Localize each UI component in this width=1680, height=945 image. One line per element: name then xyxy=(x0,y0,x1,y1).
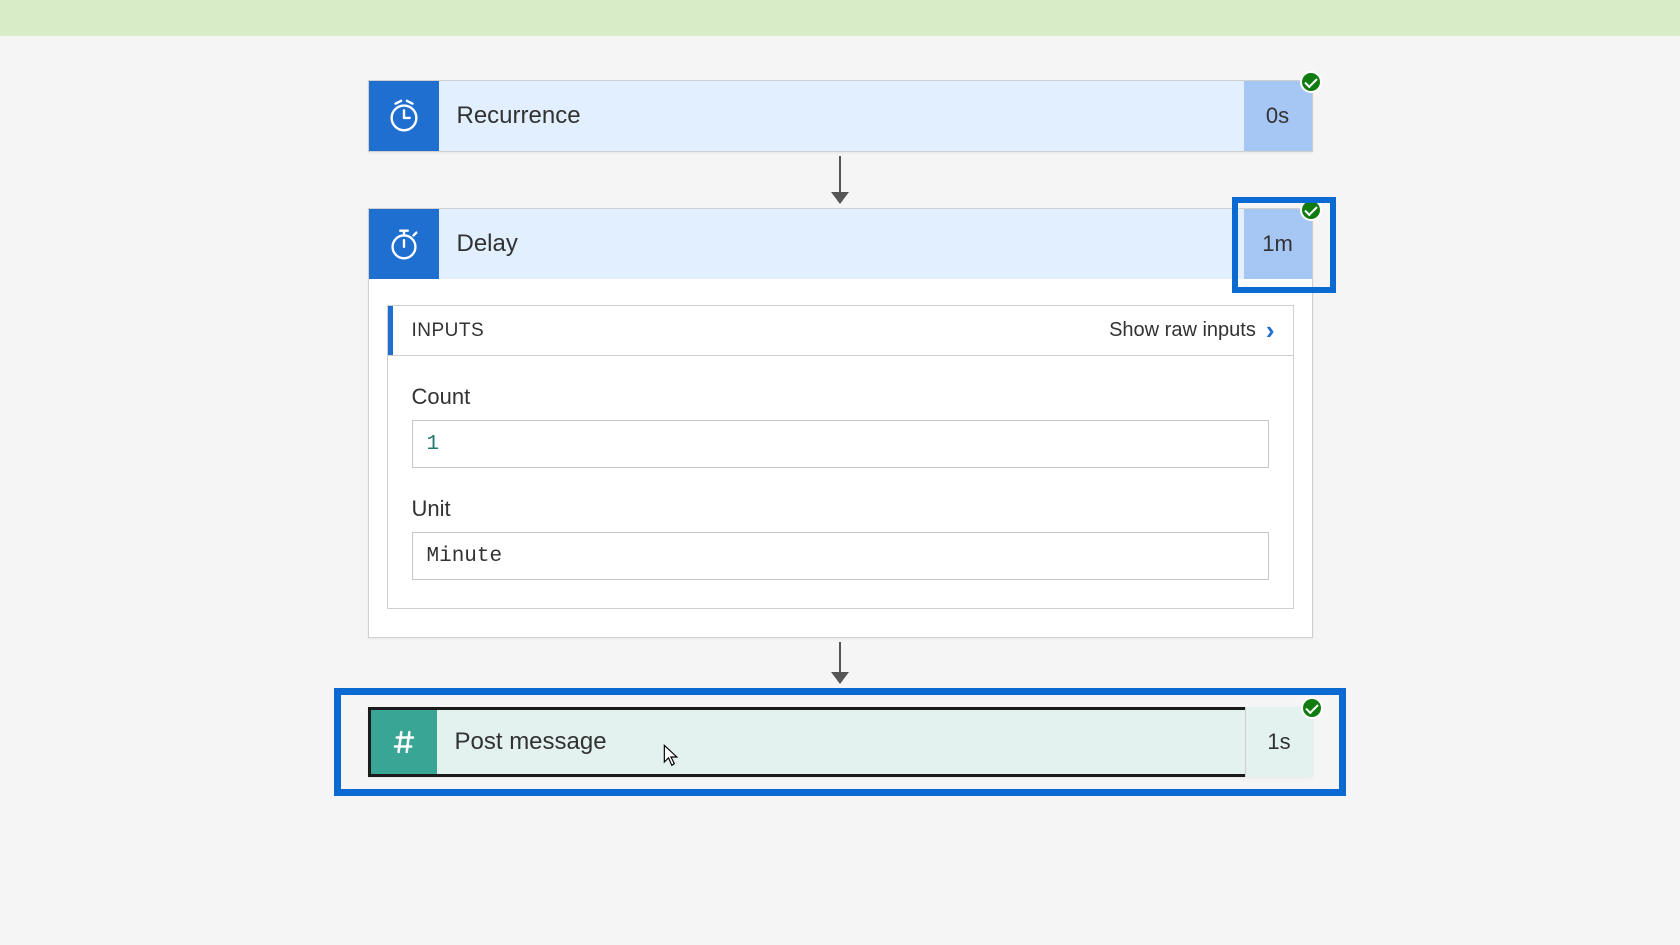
step-duration: 1m xyxy=(1244,209,1312,279)
delay-body: INPUTS Show raw inputs › Count 1 Unit Mi… xyxy=(369,279,1312,637)
step-title: Delay xyxy=(439,209,1244,279)
step-title: Recurrence xyxy=(439,81,1244,151)
step-delay[interactable]: Delay 1m INPUTS Show raw inputs › Count … xyxy=(368,208,1313,638)
success-check-icon xyxy=(1301,697,1323,719)
flow-canvas: Recurrence 0s Delay 1m xyxy=(0,36,1680,796)
hash-icon xyxy=(371,710,437,774)
show-raw-label: Show raw inputs xyxy=(1109,319,1256,342)
recurrence-clock-icon xyxy=(369,81,439,151)
post-message-highlight: Post message 1s xyxy=(334,688,1346,796)
step-title: Post message xyxy=(437,710,1310,774)
count-label: Count xyxy=(412,384,1269,410)
count-value: 1 xyxy=(412,420,1269,468)
inputs-panel: INPUTS Show raw inputs › Count 1 Unit Mi… xyxy=(387,305,1294,609)
unit-value: Minute xyxy=(412,532,1269,580)
top-banner xyxy=(0,0,1680,36)
flow-connector xyxy=(831,156,849,204)
step-recurrence[interactable]: Recurrence 0s xyxy=(368,80,1313,152)
step-duration: 0s xyxy=(1244,81,1312,151)
success-check-icon xyxy=(1300,199,1322,221)
step-post-message[interactable]: Post message 1s xyxy=(368,707,1313,777)
delay-stopwatch-icon xyxy=(369,209,439,279)
flow-connector xyxy=(831,642,849,684)
show-raw-inputs-link[interactable]: Show raw inputs › xyxy=(1109,315,1274,346)
inputs-header-label: INPUTS xyxy=(406,320,1110,342)
chevron-right-icon: › xyxy=(1266,315,1275,346)
unit-label: Unit xyxy=(412,496,1269,522)
success-check-icon xyxy=(1300,71,1322,93)
step-duration: 1s xyxy=(1245,707,1313,777)
